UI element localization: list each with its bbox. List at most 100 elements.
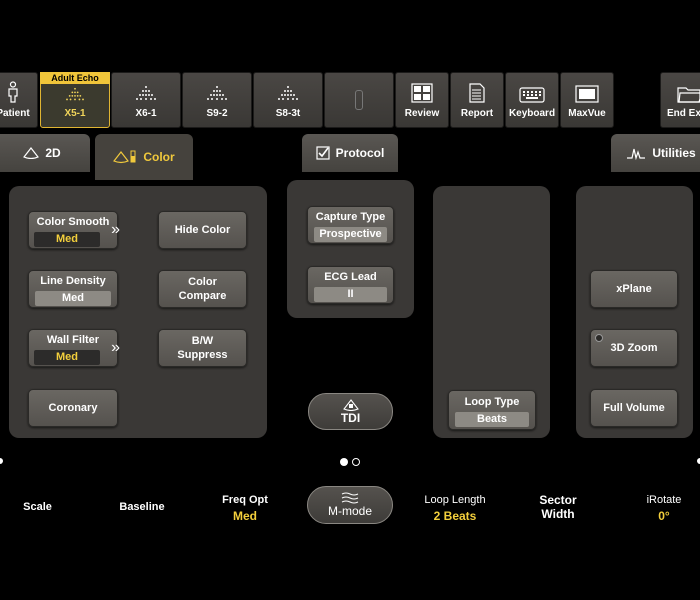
end-exam-label: End Exam bbox=[667, 108, 700, 119]
loop-length-label: Loop Length bbox=[424, 494, 486, 506]
report-label: Report bbox=[460, 108, 494, 119]
color-compare-label-1: Color bbox=[188, 276, 217, 288]
wall-filter-value: Med bbox=[33, 350, 101, 365]
hide-color-label: Hide Color bbox=[174, 224, 231, 236]
freq-opt-knob[interactable]: Freq Opt Med bbox=[215, 493, 275, 523]
full-volume-button[interactable]: Full Volume bbox=[590, 389, 678, 427]
chevron-right-icon: » bbox=[111, 339, 120, 356]
review-grid-icon bbox=[411, 83, 433, 103]
color-doppler-icon bbox=[113, 150, 136, 164]
probe-sector-icon bbox=[66, 87, 84, 101]
maxvue-button[interactable]: MaxVue bbox=[560, 72, 614, 128]
tdi-icon bbox=[342, 398, 359, 411]
probe-sector-icon bbox=[278, 86, 298, 100]
end-exam-button[interactable]: End Exam bbox=[660, 72, 700, 128]
ecg-lead-label: ECG Lead bbox=[324, 271, 377, 283]
color-smooth-button[interactable]: Color Smooth Med » bbox=[28, 211, 120, 249]
color-compare-label-2: Compare bbox=[178, 290, 227, 302]
report-document-icon bbox=[469, 83, 485, 103]
sector-width-label-2: Width bbox=[541, 507, 575, 521]
color-smooth-label: Color Smooth bbox=[36, 216, 110, 228]
loop-length-value: 2 Beats bbox=[433, 509, 477, 523]
tab-2d[interactable]: 2D bbox=[0, 134, 90, 172]
patient-icon bbox=[8, 81, 18, 103]
freq-opt-label: Freq Opt bbox=[222, 494, 268, 506]
probe-sector-icon bbox=[207, 86, 227, 100]
xplane-button[interactable]: xPlane bbox=[590, 270, 678, 308]
preset-badge: Adult Echo bbox=[40, 72, 110, 84]
bw-suppress-button[interactable]: B/W Suppress bbox=[158, 329, 247, 367]
probe-x6-1-button[interactable]: X6-1 bbox=[111, 72, 181, 128]
coronary-label: Coronary bbox=[48, 402, 98, 414]
indicator-light bbox=[595, 334, 603, 342]
sector-width-knob[interactable]: Sector Width bbox=[530, 493, 586, 521]
color-compare-button[interactable]: Color Compare bbox=[158, 270, 247, 308]
probe-label: S9-2 bbox=[206, 108, 228, 119]
keyboard-button[interactable]: Keyboard bbox=[505, 72, 559, 128]
keyboard-label: Keyboard bbox=[508, 108, 556, 119]
capture-type-button[interactable]: Capture Type Prospective bbox=[307, 206, 394, 244]
report-button[interactable]: Report bbox=[450, 72, 504, 128]
probe-label: X6-1 bbox=[135, 108, 157, 119]
empty-slot-icon bbox=[355, 90, 363, 110]
m-mode-label: M-mode bbox=[327, 504, 372, 518]
tab-protocol-label: Protocol bbox=[335, 146, 385, 160]
bw-suppress-label-1: B/W bbox=[191, 335, 214, 347]
irotate-label: iRotate bbox=[646, 494, 682, 506]
tab-color[interactable]: Color bbox=[95, 134, 193, 180]
irotate-knob[interactable]: iRotate 0° bbox=[640, 493, 688, 523]
tab-2d-label: 2D bbox=[45, 146, 61, 160]
page-dot-active[interactable] bbox=[340, 458, 348, 466]
keyboard-icon bbox=[519, 87, 545, 103]
probe-label: X5-1 bbox=[64, 108, 86, 119]
bw-suppress-label-2: Suppress bbox=[177, 349, 228, 361]
folder-icon bbox=[677, 87, 700, 103]
patient-button[interactable]: Patient bbox=[0, 72, 38, 128]
loop-type-value: Beats bbox=[455, 412, 529, 427]
3d-zoom-button[interactable]: 3D Zoom bbox=[590, 329, 678, 367]
review-button[interactable]: Review bbox=[395, 72, 449, 128]
color-smooth-value: Med bbox=[33, 232, 101, 247]
maxvue-screen-icon bbox=[575, 85, 599, 103]
freq-opt-value: Med bbox=[233, 509, 257, 523]
scale-knob-label[interactable]: Scale bbox=[15, 500, 60, 514]
probe-s8-3t-button[interactable]: S8-3t bbox=[253, 72, 323, 128]
ecg-lead-button[interactable]: ECG Lead II bbox=[307, 266, 394, 304]
scroll-edge-dot-left bbox=[0, 458, 3, 464]
loop-type-label: Loop Type bbox=[464, 396, 520, 408]
tab-color-label: Color bbox=[143, 150, 175, 164]
patient-label: Patient bbox=[0, 108, 30, 119]
empty-probe-slot bbox=[324, 72, 394, 128]
line-density-label: Line Density bbox=[40, 275, 106, 287]
sector-width-label-1: Sector bbox=[539, 493, 577, 507]
m-mode-button[interactable]: M-mode bbox=[307, 486, 393, 524]
tdi-label: TDI bbox=[340, 410, 361, 425]
probe-s9-2-button[interactable]: S9-2 bbox=[182, 72, 252, 128]
coronary-button[interactable]: Coronary bbox=[28, 389, 118, 427]
probe-label: S8-3t bbox=[275, 108, 301, 119]
sector-2d-icon bbox=[23, 147, 40, 159]
loop-length-knob[interactable]: Loop Length 2 Beats bbox=[420, 493, 490, 523]
hide-color-button[interactable]: Hide Color bbox=[158, 211, 247, 249]
probe-sector-icon bbox=[136, 86, 156, 100]
line-density-button[interactable]: Line Density Med bbox=[28, 270, 118, 308]
page-dot-inactive[interactable] bbox=[352, 458, 360, 466]
m-mode-wave-icon bbox=[341, 492, 359, 504]
baseline-knob-label[interactable]: Baseline bbox=[112, 500, 172, 514]
tdi-button[interactable]: TDI bbox=[308, 393, 393, 430]
review-label: Review bbox=[404, 108, 440, 119]
loop-type-button[interactable]: Loop Type Beats bbox=[448, 390, 536, 430]
tab-protocol[interactable]: Protocol bbox=[302, 134, 398, 172]
wall-filter-label: Wall Filter bbox=[46, 334, 100, 346]
capture-type-value: Prospective bbox=[313, 227, 388, 242]
wall-filter-button[interactable]: Wall Filter Med » bbox=[28, 329, 120, 367]
waveform-icon bbox=[627, 148, 646, 160]
tab-utilities-label: Utilities bbox=[652, 146, 696, 160]
tab-utilities[interactable]: Utilities bbox=[611, 134, 700, 172]
3d-zoom-label: 3D Zoom bbox=[610, 342, 658, 354]
chevron-right-icon: » bbox=[111, 221, 120, 238]
irotate-value: 0° bbox=[658, 509, 670, 523]
ecg-lead-value: II bbox=[313, 287, 388, 302]
full-volume-label: Full Volume bbox=[603, 402, 665, 414]
xplane-label: xPlane bbox=[616, 283, 652, 295]
